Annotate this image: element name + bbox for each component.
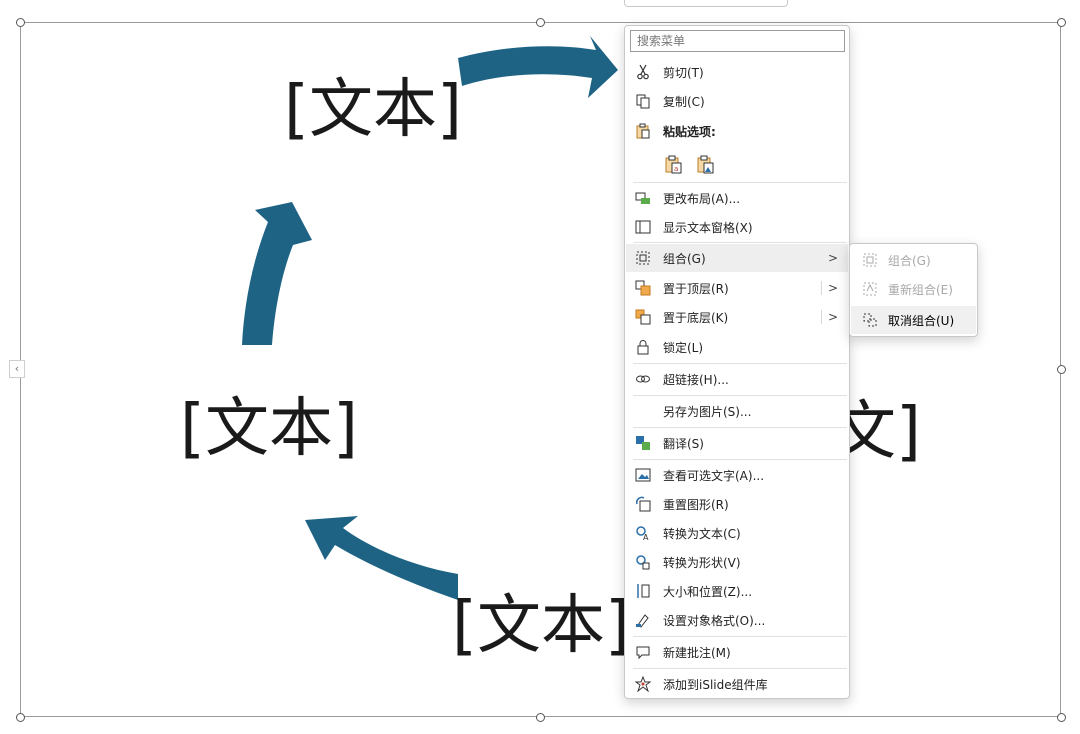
- context-menu: 搜索菜单 剪切(T) 复制(C) 粘贴选项: a 更改布局(A)... 显示文本…: [624, 25, 850, 699]
- menu-separator: [633, 242, 847, 243]
- menu-item-view-alt-text[interactable]: 查看可选文字(A)...: [626, 461, 848, 489]
- chevron-right-icon[interactable]: >: [820, 310, 838, 324]
- menu-separator: [633, 363, 847, 364]
- menu-item-cut-label: 剪切(T): [663, 65, 704, 80]
- menu-item-lock[interactable]: 锁定(L): [626, 333, 848, 361]
- chevron-right-icon[interactable]: >: [820, 281, 838, 295]
- menu-item-convert-to-shapes[interactable]: 转换为形状(V): [626, 548, 848, 576]
- submenu-item-group-label: 组合(G): [888, 253, 931, 268]
- menu-item-view-alt-text-label: 查看可选文字(A)...: [663, 468, 765, 483]
- text-pane-icon: [635, 220, 651, 234]
- menu-separator: [633, 395, 847, 396]
- menu-item-new-comment-label: 新建批注(M): [663, 645, 731, 660]
- menu-item-format-object[interactable]: 设置对象格式(O)...: [626, 606, 848, 634]
- submenu-item-ungroup[interactable]: 取消组合(U): [851, 306, 976, 334]
- search-menu-input[interactable]: 搜索菜单: [630, 30, 845, 52]
- format-shape-icon: [636, 614, 649, 628]
- copy-icon: [636, 94, 650, 109]
- convert-to-text-icon: A: [636, 526, 649, 541]
- menu-item-bring-to-front-label: 置于顶层(R): [663, 281, 729, 296]
- menu-separator: [633, 182, 847, 183]
- menu-top-stub: [624, 0, 788, 7]
- menu-item-copy-label: 复制(C): [663, 94, 705, 109]
- menu-item-change-layout[interactable]: 更改布局(A)...: [626, 184, 848, 212]
- slide-text-left[interactable]: [文本]: [180, 397, 358, 461]
- bring-to-front-icon: [635, 280, 651, 296]
- menu-item-format-object-label: 设置对象格式(O)...: [663, 613, 766, 628]
- menu-item-show-text-pane-label: 显示文本窗格(X): [663, 220, 753, 235]
- translate-icon: [636, 436, 650, 450]
- menu-item-reset-graphic-label: 重置图形(R): [663, 497, 729, 512]
- menu-item-convert-to-shapes-label: 转换为形状(V): [663, 555, 741, 570]
- menu-separator: [633, 668, 847, 669]
- group-icon: [863, 253, 877, 267]
- size-position-icon: [637, 584, 650, 598]
- arrow-left-up: [242, 202, 312, 345]
- submenu-item-regroup: 重新组合(E): [851, 275, 976, 303]
- menu-item-hyperlink[interactable]: 超链接(H)...: [626, 365, 848, 393]
- menu-item-add-to-islide[interactable]: 添加到iSlide组件库: [626, 670, 848, 698]
- group-submenu: 组合(G) 重新组合(E) 取消组合(U): [849, 243, 978, 337]
- menu-item-paste-options: 粘贴选项:: [626, 117, 848, 145]
- arrow-top-right: [458, 36, 618, 98]
- menu-item-show-text-pane[interactable]: 显示文本窗格(X): [626, 213, 848, 241]
- menu-separator: [633, 459, 847, 460]
- regroup-icon: [863, 282, 877, 296]
- group-icon: [636, 251, 650, 265]
- menu-item-change-layout-label: 更改布局(A)...: [663, 191, 741, 206]
- menu-item-translate[interactable]: 翻译(S): [626, 429, 848, 457]
- menu-item-copy[interactable]: 复制(C): [626, 87, 848, 115]
- menu-item-group-label: 组合(G): [663, 251, 706, 266]
- slide-text-bottom[interactable]: [文本]: [452, 594, 630, 658]
- comment-icon: [636, 646, 650, 660]
- submenu-item-ungroup-label: 取消组合(U): [888, 313, 955, 328]
- menu-item-save-as-picture-label: 另存为图片(S)...: [663, 404, 752, 419]
- lock-icon: [637, 340, 649, 355]
- menu-item-convert-to-text[interactable]: A 转换为文本(C): [626, 519, 848, 547]
- convert-to-shapes-icon: [636, 555, 650, 570]
- menu-item-send-to-back-label: 置于底层(K): [663, 310, 729, 325]
- paste-picture-icon[interactable]: [695, 154, 715, 174]
- menu-item-reset-graphic[interactable]: 重置图形(R): [626, 490, 848, 518]
- chevron-right-icon: >: [827, 251, 838, 265]
- menu-item-add-to-islide-label: 添加到iSlide组件库: [663, 677, 768, 692]
- menu-item-lock-label: 锁定(L): [663, 340, 704, 355]
- scissors-icon: [637, 64, 649, 80]
- menu-item-translate-label: 翻译(S): [663, 436, 704, 451]
- menu-item-paste-options-label: 粘贴选项:: [663, 124, 716, 139]
- change-layout-icon: [635, 192, 650, 204]
- submenu-item-group: 组合(G): [851, 246, 976, 274]
- svg-text:A: A: [643, 533, 649, 541]
- menu-item-save-as-picture[interactable]: 另存为图片(S)...: [626, 397, 848, 425]
- link-icon: [636, 375, 650, 383]
- menu-item-bring-to-front[interactable]: 置于顶层(R) >: [626, 274, 848, 302]
- menu-separator: [633, 427, 847, 428]
- alt-text-icon: [635, 468, 651, 482]
- menu-separator: [633, 636, 847, 637]
- submenu-item-regroup-label: 重新组合(E): [888, 282, 953, 297]
- menu-item-size-and-position-label: 大小和位置(Z)...: [663, 584, 753, 599]
- ungroup-icon: [863, 313, 877, 327]
- menu-item-group[interactable]: 组合(G) >: [626, 244, 848, 272]
- menu-item-hyperlink-label: 超链接(H)...: [663, 372, 729, 387]
- paste-keep-text-icon[interactable]: a: [663, 154, 683, 174]
- svg-text:a: a: [674, 165, 678, 173]
- islide-icon: [635, 676, 651, 692]
- slide-text-top[interactable]: [文本]: [284, 78, 462, 142]
- menu-item-convert-to-text-label: 转换为文本(C): [663, 526, 741, 541]
- menu-item-new-comment[interactable]: 新建批注(M): [626, 638, 848, 666]
- clipboard-icon: [636, 123, 650, 139]
- menu-item-cut[interactable]: 剪切(T): [626, 58, 848, 86]
- send-to-back-icon: [635, 309, 651, 325]
- menu-item-send-to-back[interactable]: 置于底层(K) >: [626, 303, 848, 331]
- reset-graphic-icon: [636, 496, 651, 512]
- arrow-bottom-left: [305, 516, 458, 600]
- menu-item-size-and-position[interactable]: 大小和位置(Z)...: [626, 577, 848, 605]
